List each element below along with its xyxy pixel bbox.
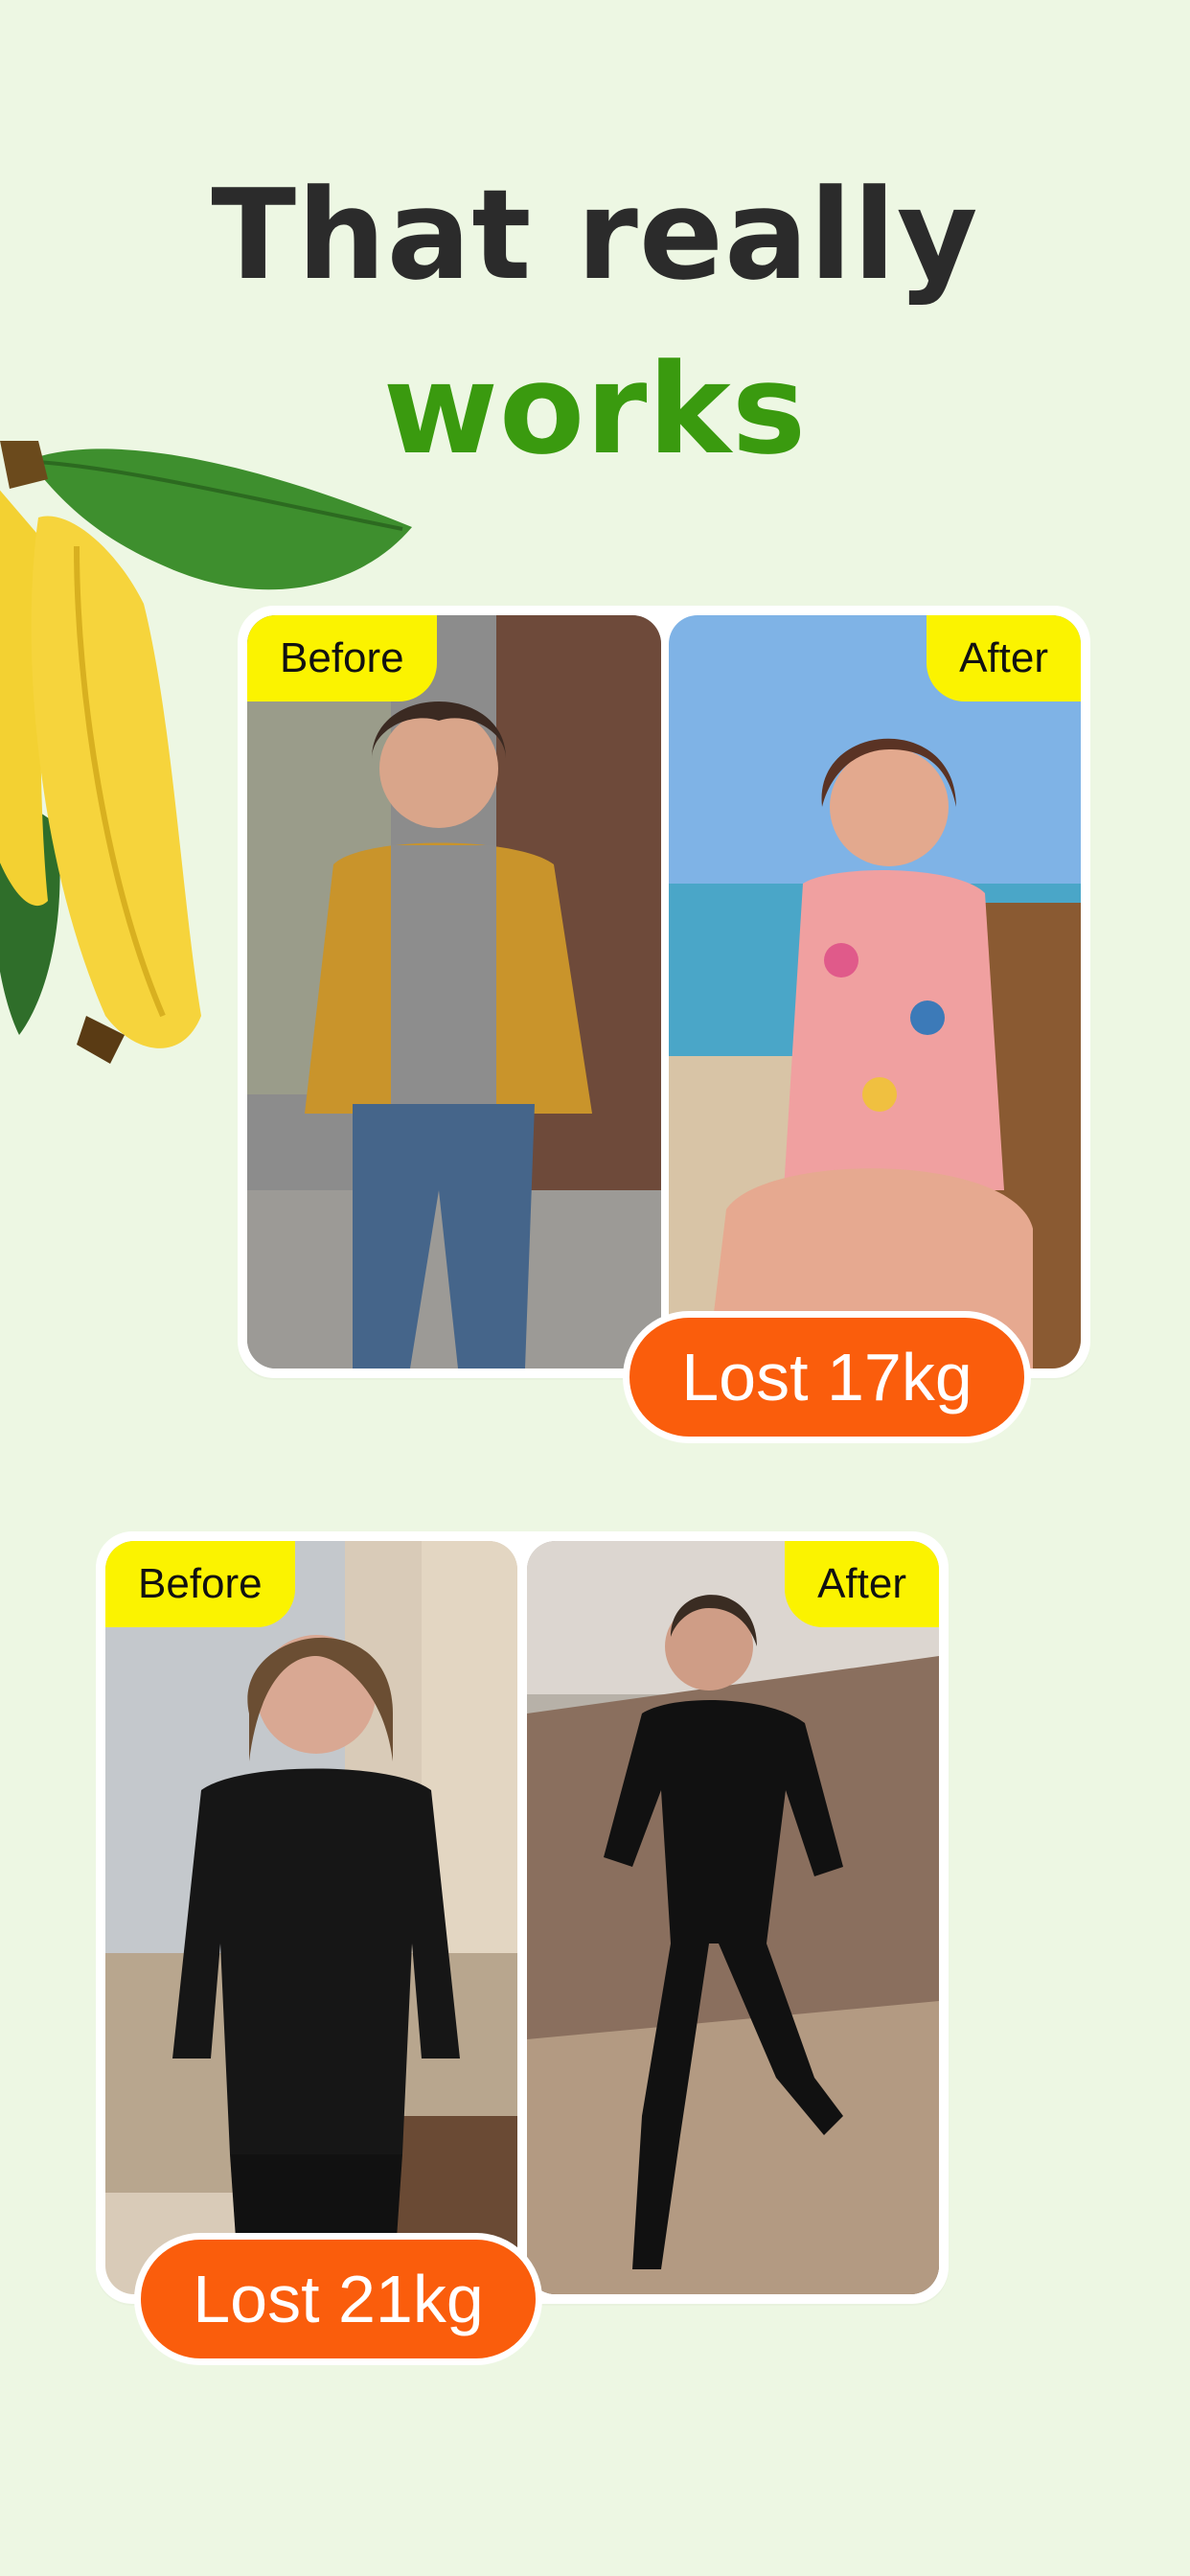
headline-line-1: That really <box>211 162 979 308</box>
after-tag-1: After <box>927 615 1081 702</box>
after-photo-2 <box>527 1541 939 2294</box>
before-tag-2: Before <box>105 1541 295 1627</box>
before-tag-1: Before <box>247 615 437 702</box>
before-photo-2 <box>105 1541 517 2294</box>
before-photo-1 <box>247 615 661 1368</box>
result-badge-1: Lost 17kg <box>623 1311 1031 1443</box>
result-badge-2: Lost 21kg <box>134 2233 542 2365</box>
after-photo-1 <box>669 615 1081 1368</box>
after-tag-2: After <box>785 1541 939 1627</box>
